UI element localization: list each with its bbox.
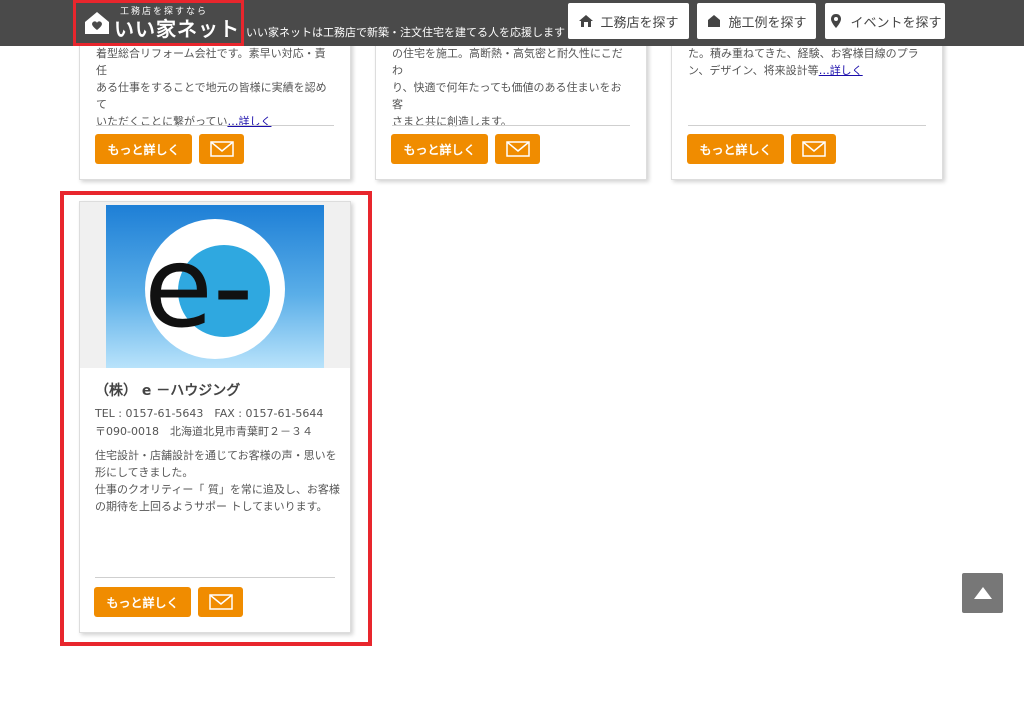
- card-desc-line: り、快適で何年たっても価値のある住まいをお客: [392, 81, 622, 111]
- nav-find-events-button[interactable]: イベントを探す: [825, 3, 945, 39]
- nav-find-builder-button[interactable]: 工務店を探す: [568, 3, 689, 39]
- card-desc-line: さまと共に創造します。: [392, 115, 512, 128]
- site-tagline: いい家ネットは工務店で新築・注文住宅を建てる人を応援します: [246, 26, 565, 39]
- highlight-frame: [60, 191, 372, 646]
- mail-icon: [209, 141, 234, 157]
- logo-title: いい家ネット: [114, 16, 240, 41]
- card-desc-line: た。積み重ねてきた、経験、お客様目線のプラ: [688, 47, 919, 60]
- mail-button[interactable]: [199, 134, 244, 164]
- nav-find-examples-label: 施工例を探す: [728, 15, 807, 31]
- top-navigation-bar: 工務店を探すなら いい家ネット いい家ネットは工務店で新築・注文住宅を建てる人を…: [0, 0, 1024, 46]
- nav-find-builder-label: 工務店を探す: [600, 15, 679, 31]
- read-more-link[interactable]: …詳しく: [227, 115, 271, 128]
- card-desc-line: の住宅を施工。高断熱・高気密と耐久性にこだわ: [392, 47, 623, 77]
- arrow-up-icon: [973, 587, 992, 599]
- nav-find-events-label: イベントを探す: [850, 15, 942, 31]
- mail-button[interactable]: [495, 134, 540, 164]
- mail-button[interactable]: [791, 134, 836, 164]
- card-desc-line: いただくことに繋がってい: [96, 115, 228, 128]
- logo-subtitle: 工務店を探すなら: [120, 6, 209, 17]
- more-details-button[interactable]: もっと詳しく: [95, 134, 192, 164]
- card-divider: [96, 125, 334, 126]
- more-details-button[interactable]: もっと詳しく: [391, 134, 488, 164]
- card-divider: [688, 125, 926, 126]
- map-pin-icon: [831, 14, 842, 28]
- back-to-top-button[interactable]: [962, 573, 1003, 613]
- more-details-button[interactable]: もっと詳しく: [687, 134, 784, 164]
- house-icon: [708, 15, 721, 27]
- mail-icon: [505, 141, 530, 157]
- site-logo[interactable]: 工務店を探すなら いい家ネット: [73, 0, 244, 46]
- read-more-link[interactable]: …詳しく: [819, 64, 863, 77]
- card-desc-line: ン、デザイン、将来設計等: [688, 64, 819, 77]
- card-desc-line: 着型総合リフォーム会社です。素早い対応・責任: [96, 47, 326, 77]
- mail-icon: [801, 141, 826, 157]
- card-desc-line: ある仕事をすることで地元の皆様に実績を認めて: [96, 81, 327, 111]
- house-heart-icon: [84, 11, 110, 35]
- builder-icon: [579, 15, 594, 27]
- card-divider: [392, 125, 630, 126]
- nav-find-examples-button[interactable]: 施工例を探す: [697, 3, 816, 39]
